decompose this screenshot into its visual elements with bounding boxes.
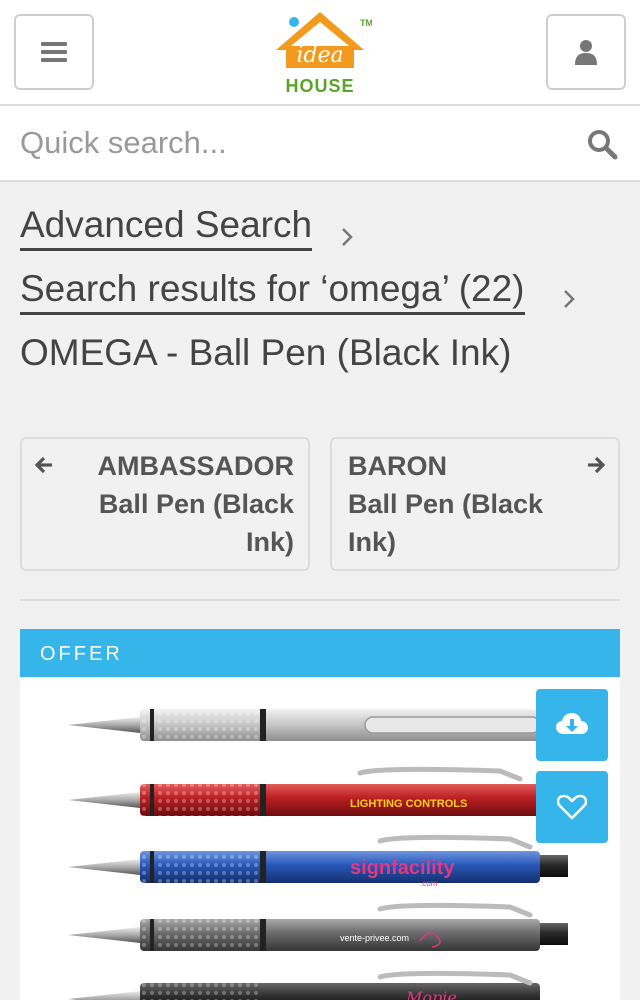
product-image[interactable]: LIGHTING CONTROLS signfacility .com vent… xyxy=(20,677,620,1000)
pen-logo-lighting-controls: LIGHTING CONTROLS xyxy=(350,798,467,810)
search-input[interactable] xyxy=(0,106,560,180)
logo-script: idea xyxy=(296,43,343,68)
pen-black: Mopie xyxy=(68,970,540,1000)
arrow-left-icon xyxy=(34,456,52,474)
account-button[interactable] xyxy=(546,14,626,90)
logo-word: HOUSE xyxy=(285,76,355,96)
pen-blue: signfacility .com xyxy=(68,834,568,888)
cloud-download-icon xyxy=(556,713,588,734)
pen-red: LIGHTING CONTROLS xyxy=(68,766,540,816)
previous-product-link[interactable]: AMBASSADOR Ball Pen (Black Ink) xyxy=(20,437,310,571)
breadcrumb-advanced-search[interactable]: Advanced Search xyxy=(20,204,313,251)
svg-text:.com: .com xyxy=(420,879,438,888)
next-product-name: BARON xyxy=(348,451,447,481)
heart-icon xyxy=(557,794,587,820)
site-header: idea TM HOUSE xyxy=(0,0,640,106)
page-title: OMEGA - Ball Pen (Black Ink) xyxy=(20,332,512,373)
pen-silver xyxy=(68,709,541,741)
next-product-link[interactable]: BARON Ball Pen (Black Ink) xyxy=(330,437,620,571)
pen-logo-signfacility: signfacility xyxy=(350,857,455,879)
chevron-right-icon xyxy=(342,228,353,246)
svg-text:TM: TM xyxy=(360,18,372,28)
divider xyxy=(20,599,620,601)
pen-logo-vente-privee: vente-privee.com xyxy=(340,933,409,943)
pen-logo-mopie: Mopie xyxy=(405,988,457,1000)
quick-search-bar xyxy=(0,106,640,182)
menu-button[interactable] xyxy=(14,14,94,90)
main-content: Advanced Search Search results for ‘omeg… xyxy=(0,182,640,1000)
breadcrumb-search-results[interactable]: Search results for ‘omega’ (22) xyxy=(20,268,525,315)
previous-product-name: AMBASSADOR xyxy=(97,451,294,481)
arrow-right-icon xyxy=(588,456,606,474)
next-product-desc: Ball Pen (Black Ink) xyxy=(348,489,544,557)
logo[interactable]: idea TM HOUSE xyxy=(268,10,373,96)
previous-product-desc: Ball Pen (Black Ink) xyxy=(98,489,294,557)
wishlist-button[interactable] xyxy=(536,771,608,843)
chevron-right-icon xyxy=(564,290,575,308)
download-button[interactable] xyxy=(536,689,608,761)
offer-banner: OFFER xyxy=(20,629,620,677)
pen-grey: vente-privee.com xyxy=(68,902,568,951)
hamburger-icon xyxy=(41,42,67,62)
user-icon xyxy=(575,40,597,65)
search-icon[interactable] xyxy=(586,128,618,160)
